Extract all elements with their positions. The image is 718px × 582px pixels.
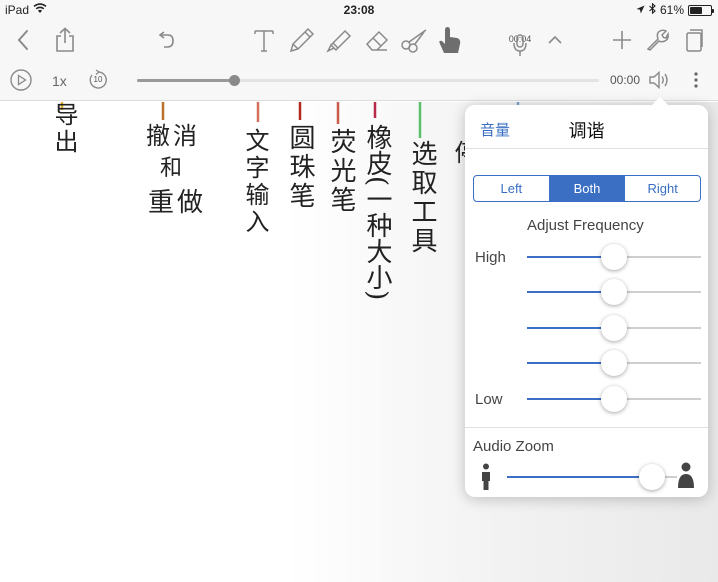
play-button[interactable] (10, 69, 32, 96)
popover-header: 音量 调谐 (465, 105, 708, 149)
segment-right[interactable]: Right (624, 176, 700, 201)
slider-knob[interactable] (601, 386, 627, 412)
slider-knob[interactable] (601, 350, 627, 376)
channel-segmented-control: Left Both Right (473, 175, 701, 202)
plus-icon (613, 31, 631, 49)
location-icon (636, 3, 645, 17)
add-button[interactable] (607, 25, 637, 55)
slider-knob[interactable] (601, 315, 627, 341)
playback-bar: 1x 10 00:00 (0, 60, 718, 101)
more-button[interactable] (688, 70, 704, 90)
text-tool-button[interactable] (249, 25, 279, 55)
frequency-slider-1[interactable] (527, 242, 701, 272)
progress-knob[interactable] (229, 75, 240, 86)
note-text-input: 文字输入 (241, 128, 269, 236)
status-right: 61% (636, 2, 714, 17)
frequency-slider-5[interactable] (527, 384, 701, 414)
chevron-left-icon (17, 30, 28, 50)
low-label: Low (475, 391, 503, 408)
elapsed-time: 00:00 (610, 73, 641, 87)
hand-icon (439, 27, 461, 53)
scissors-tool-button[interactable] (398, 25, 430, 55)
skip-back-button[interactable]: 10 (87, 69, 109, 91)
highlighter-icon (326, 29, 352, 53)
note-highlighter: 荧光笔 (326, 128, 356, 215)
volume-button[interactable] (648, 69, 672, 96)
person-small-icon (480, 463, 492, 496)
note-eraser: 橡皮(一种大小) (362, 124, 392, 301)
pen-tool-button[interactable] (284, 25, 318, 55)
wrench-icon (646, 29, 669, 51)
share-button[interactable] (50, 25, 80, 55)
speaker-icon (649, 70, 668, 90)
undo-button[interactable] (150, 25, 180, 55)
microphone-icon (513, 34, 527, 56)
highlighter-tool-button[interactable] (322, 25, 356, 55)
toolbar: 00:04 (0, 20, 718, 60)
note-and: 和 (160, 156, 186, 181)
progress-fill (137, 79, 234, 82)
battery-percent: 61% (659, 3, 684, 17)
back-button[interactable] (8, 25, 38, 55)
note-select-tool: 选取工具 (407, 140, 437, 256)
note-ballpoint-pen: 圆珠笔 (285, 124, 315, 211)
slider-knob[interactable] (601, 244, 627, 270)
play-icon (10, 69, 32, 91)
frequency-slider-2[interactable] (527, 277, 701, 307)
frequency-slider-3[interactable] (527, 313, 701, 343)
high-label: High (475, 249, 506, 266)
battery-icon (688, 4, 714, 16)
person-large-icon (677, 462, 695, 495)
skip-back-seconds: 10 (93, 75, 103, 84)
note-redo: 重做 (148, 188, 207, 218)
popover-title: 调谐 (568, 121, 605, 141)
pages-button[interactable] (679, 25, 709, 55)
popover-arrow (650, 97, 670, 107)
share-icon (56, 27, 74, 52)
slider-knob[interactable] (639, 464, 665, 490)
adjust-frequency-label: Adjust Frequency (527, 217, 644, 234)
note-export: 导出 (50, 102, 78, 156)
eraser-icon (365, 30, 389, 51)
audio-zoom-label: Audio Zoom (473, 438, 554, 455)
settings-button[interactable] (642, 25, 672, 55)
eraser-tool-button[interactable] (360, 25, 394, 55)
scissors-icon (401, 29, 427, 53)
note-undo: 撤消 (146, 122, 200, 150)
battery-level (690, 6, 702, 14)
popover-divider (465, 427, 708, 428)
undo-icon (158, 31, 174, 48)
status-time: 23:08 (343, 3, 375, 17)
frequency-slider-4[interactable] (527, 348, 701, 378)
tuning-popover: 音量 调谐 Left Both Right Adjust Frequency H… (465, 105, 708, 497)
slider-knob[interactable] (601, 279, 627, 305)
bluetooth-icon (649, 2, 656, 17)
chevron-up-icon (548, 35, 562, 44)
playback-speed[interactable]: 1x (52, 73, 67, 89)
pages-icon (686, 29, 703, 52)
more-vertical-icon (694, 72, 698, 88)
audio-zoom-slider[interactable] (507, 462, 677, 492)
pen-icon (289, 27, 315, 53)
segment-both[interactable]: Both (548, 176, 625, 201)
text-tool-icon (254, 30, 274, 52)
microphone-button[interactable] (507, 30, 533, 60)
expand-button[interactable] (543, 25, 567, 55)
segment-left[interactable]: Left (474, 176, 549, 201)
status-bar: iPad 23:08 61% (0, 0, 718, 20)
hand-tool-button[interactable] (432, 25, 466, 55)
progress-slider[interactable] (137, 75, 599, 86)
